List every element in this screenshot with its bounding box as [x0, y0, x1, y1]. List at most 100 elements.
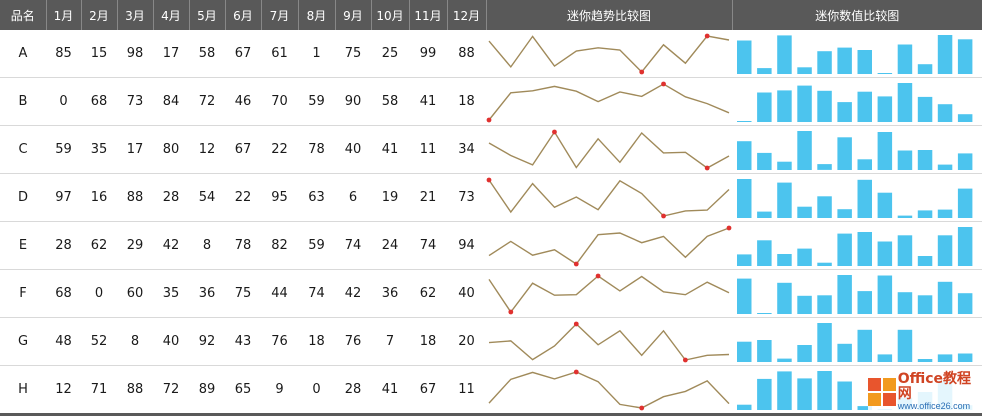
trend-line-E: [488, 227, 730, 265]
value-bar: [897, 83, 913, 122]
value-bar: [797, 345, 812, 362]
value-cell: 94: [447, 221, 486, 270]
value-bar: [757, 340, 772, 362]
value-bar: [837, 47, 852, 74]
value-cell: 99: [409, 30, 447, 78]
value-bar: [797, 378, 812, 410]
value-cell: 24: [371, 221, 409, 270]
value-sparkline: [737, 227, 973, 266]
trend-line-F: [488, 275, 730, 314]
trend-high-point: [573, 321, 579, 327]
trend-low-point: [486, 117, 492, 123]
trend-sparkline: [486, 177, 730, 219]
value-cell: 7: [371, 317, 409, 366]
value-cell: 42: [153, 221, 189, 270]
value-bar: [917, 295, 933, 314]
value-bar: [897, 44, 913, 74]
value-cell: 19: [371, 173, 409, 222]
table-row: B 0 68 73 84 72 46 70 59 90 58 41 18: [0, 77, 982, 126]
value-sparkline-cell: [732, 77, 982, 126]
value-cell: 73: [447, 173, 486, 222]
value-bar: [797, 131, 812, 170]
value-sparkline-cell: [732, 317, 982, 366]
row-name: E: [0, 221, 46, 270]
trend-sparkline-cell: [486, 173, 732, 222]
value-bar: [777, 282, 792, 314]
trend-high-point: [573, 369, 579, 375]
value-bar: [797, 85, 812, 122]
value-cell: 18: [298, 317, 335, 366]
value-bar: [757, 378, 772, 410]
value-cell: 92: [189, 317, 225, 366]
value-cell: 58: [371, 77, 409, 126]
value-cell: 80: [153, 125, 189, 174]
value-sparkline-cell: [732, 173, 982, 222]
table-row: A 85 15 98 17 58 67 61 1 75 25 99 88: [0, 30, 982, 78]
value-cell: 74: [335, 221, 371, 270]
value-bar: [797, 67, 812, 74]
value-bar: [877, 132, 893, 170]
trend-high-point: [726, 225, 732, 231]
header-month-6: 6月: [225, 0, 262, 30]
table-row: D 97 16 88 28 54 22 95 63 6 19 21 73: [0, 173, 982, 222]
trend-low-point: [661, 213, 666, 219]
value-cell: 12: [189, 125, 225, 174]
row-name: F: [0, 269, 46, 318]
value-bar: [737, 254, 752, 266]
value-cell: 44: [261, 269, 298, 318]
header-month-1: 1月: [46, 0, 82, 30]
value-sparkline: [737, 131, 973, 170]
value-bar: [957, 153, 973, 170]
value-bar: [737, 278, 752, 314]
value-cell: 85: [46, 30, 81, 78]
row-name: G: [0, 317, 46, 366]
value-sparkline: [737, 35, 973, 74]
value-cell: 73: [117, 77, 153, 126]
trend-high-point: [486, 177, 492, 183]
trend-sparkline: [488, 33, 730, 75]
value-cell: 48: [46, 317, 81, 366]
table-row: F 68 0 60 35 36 75 44 74 42 36 62 40: [0, 269, 982, 318]
value-cell: 36: [189, 269, 225, 318]
value-bar: [877, 96, 893, 122]
trend-low-point: [639, 405, 645, 411]
value-cell: 74: [298, 269, 335, 318]
trend-sparkline: [488, 273, 730, 315]
value-cell: 16: [81, 173, 117, 222]
value-bar: [817, 196, 832, 218]
trend-low-point: [639, 69, 645, 75]
trend-sparkline: [486, 81, 730, 123]
value-bar: [777, 254, 792, 266]
value-bar: [757, 211, 772, 218]
value-bar: [737, 141, 752, 170]
value-cell: 35: [153, 269, 189, 318]
table-row: H 12 71 88 72 89 65 9 0 28 41 67 11: [0, 365, 982, 414]
header-month-7: 7月: [261, 0, 299, 30]
value-bar: [837, 233, 852, 266]
trend-low-point: [704, 165, 710, 171]
value-bar: [917, 150, 933, 170]
trend-sparkline-cell: [486, 221, 732, 270]
value-cell: 67: [225, 30, 261, 78]
value-cell: 78: [298, 125, 335, 174]
value-bar: [857, 50, 872, 74]
value-cell: 28: [153, 173, 189, 222]
value-bar: [857, 232, 872, 266]
trend-sparkline-cell: [486, 125, 732, 174]
value-bar: [797, 206, 812, 218]
trend-sparkline: [488, 129, 730, 171]
value-bar: [917, 359, 933, 362]
trend-high-point: [704, 33, 710, 39]
value-cell: 58: [189, 30, 225, 78]
value-bar: [757, 152, 772, 170]
trend-sparkline: [488, 369, 730, 411]
value-cell: 12: [46, 365, 81, 414]
value-cell: 54: [189, 173, 225, 222]
value-cell: 17: [117, 125, 153, 174]
trend-sparkline-cell: [486, 365, 732, 414]
value-bar: [837, 343, 852, 362]
value-bar: [817, 295, 832, 314]
value-cell: 0: [46, 77, 81, 126]
value-bar: [757, 92, 772, 122]
value-cell: 68: [81, 77, 117, 126]
